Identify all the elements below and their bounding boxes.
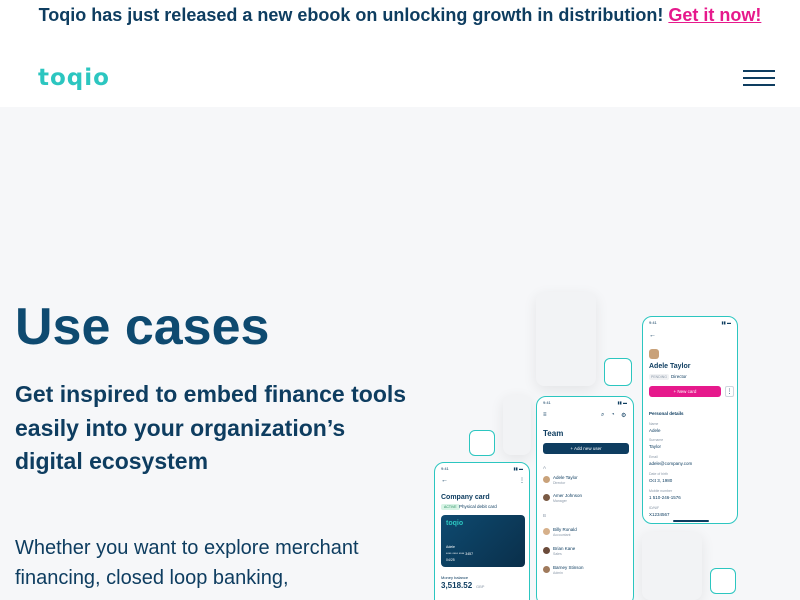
status-badge: ACTIVE bbox=[441, 504, 460, 510]
more-icon[interactable]: ⋮ bbox=[725, 386, 734, 397]
back-arrow-icon[interactable]: ← bbox=[649, 332, 656, 339]
team-title: Team bbox=[543, 429, 564, 438]
member-name[interactable]: Barney Stinson bbox=[553, 565, 584, 570]
section-header-b: B bbox=[543, 513, 547, 518]
field-value: X1234567 bbox=[649, 512, 670, 517]
field-value: Taylor bbox=[649, 444, 662, 449]
avatar bbox=[543, 547, 550, 554]
field-label: Name bbox=[649, 422, 659, 426]
field-label: Surname bbox=[649, 438, 664, 442]
section-header-a: A bbox=[543, 465, 547, 470]
card-screen-title: Company card bbox=[441, 494, 490, 501]
member-name[interactable]: Adele Taylor bbox=[553, 475, 578, 480]
more-icon[interactable]: ⋮ bbox=[519, 477, 525, 484]
avatar bbox=[543, 494, 550, 501]
member-name[interactable]: Billy Ronald bbox=[553, 527, 577, 532]
user-role: Director bbox=[671, 374, 687, 379]
decorative-tile bbox=[642, 532, 702, 600]
settings-icon[interactable]: ⚙ bbox=[621, 412, 626, 419]
get-ebook-link[interactable]: Get it now! bbox=[668, 5, 761, 25]
avatar bbox=[649, 349, 659, 359]
search-icon[interactable]: ⌕ bbox=[601, 412, 604, 419]
field-value: Oct 3, 1980 bbox=[649, 478, 673, 483]
back-arrow-icon[interactable]: ← bbox=[441, 477, 448, 484]
decorative-tile bbox=[503, 395, 531, 455]
decorative-tile bbox=[710, 568, 736, 594]
field-value: adele@company.com bbox=[649, 461, 693, 466]
home-indicator bbox=[673, 520, 709, 522]
avatar bbox=[543, 476, 550, 483]
member-role: Accountant bbox=[553, 533, 571, 537]
balance-label: Money balance bbox=[441, 575, 469, 580]
page-title: Use cases bbox=[15, 298, 270, 356]
member-name[interactable]: Brian Kane bbox=[553, 546, 575, 551]
decorative-tile bbox=[469, 430, 495, 456]
new-card-button[interactable]: + New card bbox=[649, 386, 721, 397]
user-name: Adele Taylor bbox=[649, 363, 691, 370]
hero-subtitle: Get inspired to embed finance tools easi… bbox=[15, 381, 407, 474]
status-icons: ▮▮ ▬ bbox=[617, 400, 627, 405]
toqio-logo[interactable]: toqio bbox=[38, 66, 110, 90]
card-expiry: 04/25 bbox=[446, 558, 455, 562]
banner-text: Toqio has just released a new ebook on u… bbox=[38, 5, 664, 25]
field-label: Mobile number bbox=[649, 489, 673, 493]
member-role: Admin bbox=[553, 571, 563, 575]
card-holder: Adele bbox=[446, 545, 455, 549]
field-label: ID/NIF bbox=[649, 506, 660, 510]
field-value: 1 510-246-1576 bbox=[649, 495, 681, 500]
status-icons: ▮▮ ▬ bbox=[721, 320, 731, 325]
field-label: Date of birth bbox=[649, 472, 669, 476]
card-type: Physical debit card bbox=[459, 504, 497, 509]
site-header: toqio bbox=[0, 30, 800, 107]
phone-mockup-user-detail: 9:41 ▮▮ ▬ ← Adele Taylor PENDING Director… bbox=[642, 316, 738, 524]
balance-currency: GBP bbox=[476, 584, 485, 589]
menu-icon[interactable]: ≡ bbox=[543, 412, 547, 418]
avatar bbox=[543, 528, 550, 535]
decorative-tile bbox=[536, 292, 596, 386]
field-label: Email bbox=[649, 455, 658, 459]
hamburger-icon[interactable] bbox=[743, 70, 775, 86]
field-value: Adele bbox=[649, 428, 661, 433]
member-role: Sales bbox=[553, 552, 562, 556]
announcement-banner: Toqio has just released a new ebook on u… bbox=[0, 0, 800, 30]
section-title: Personal details bbox=[649, 411, 684, 416]
status-time: 9:41 bbox=[543, 400, 551, 405]
avatar bbox=[543, 566, 550, 573]
bell-icon[interactable]: ◔ bbox=[611, 412, 615, 418]
card-logo: toqio bbox=[446, 520, 464, 527]
phone-mockup-team: 9:41 ▮▮ ▬ ≡ ⌕ ◔ ⚙ Team + Add new user A A… bbox=[536, 396, 634, 600]
status-time: 9:41 bbox=[441, 466, 449, 471]
decorative-tile bbox=[604, 358, 632, 386]
balance-value: 3,518.52 bbox=[441, 581, 473, 590]
hero-body-text: Whether you want to explore merchant fin… bbox=[15, 537, 359, 589]
add-user-button[interactable]: + Add new user bbox=[543, 443, 629, 454]
card-number: **** **** **** 3457 bbox=[446, 552, 474, 556]
member-name[interactable]: Amer Johnson bbox=[553, 493, 582, 498]
status-badge: PENDING bbox=[649, 374, 669, 380]
member-role: Manager bbox=[553, 499, 567, 503]
member-role: Director bbox=[553, 481, 566, 485]
status-time: 9:41 bbox=[649, 320, 657, 325]
phone-mockup-company-card: 9:41 ▮▮ ▬ ← ⋮ Company card ACTIVE Physica… bbox=[434, 462, 530, 600]
status-icons: ▮▮ ▬ bbox=[513, 466, 523, 471]
